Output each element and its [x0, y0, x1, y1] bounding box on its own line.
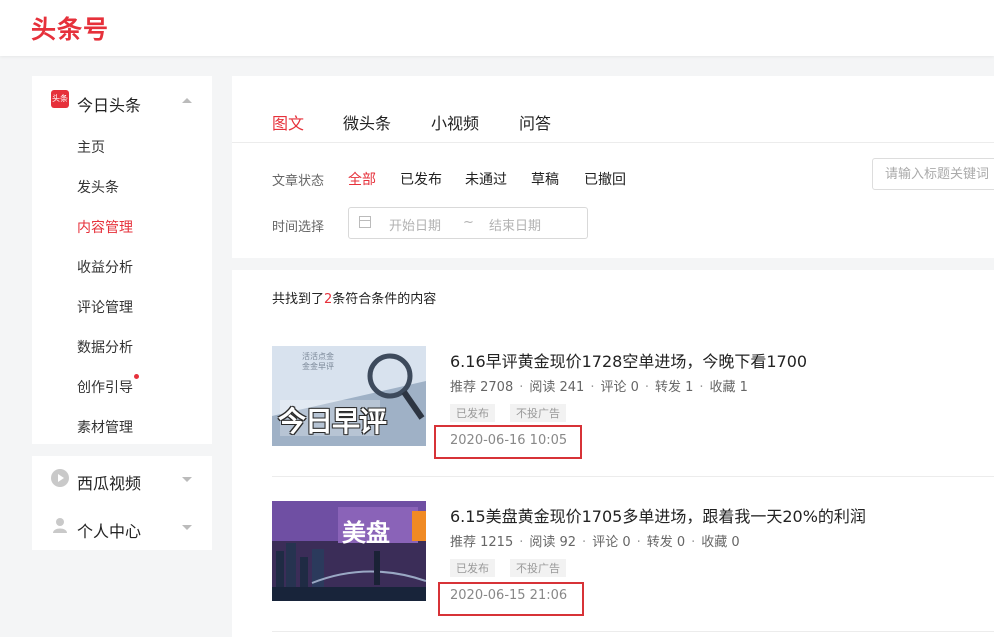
result-count-prefix: 共找到了	[272, 292, 325, 307]
stat-recommend: 推荐 1215	[450, 535, 514, 550]
stat-comment: 评论 0	[592, 535, 631, 550]
highlight-box	[438, 582, 584, 616]
ad-badge: 不投广告	[510, 559, 566, 577]
highlight-box	[434, 425, 582, 459]
status-option-draft[interactable]: 草稿	[531, 169, 559, 189]
result-count: 共找到了2条符合条件的内容	[272, 288, 436, 307]
chevron-up-icon	[182, 98, 192, 103]
result-count-suffix: 条符合条件的内容	[332, 292, 437, 307]
sidebar-item-home[interactable]: 主页	[77, 137, 105, 157]
sidebar-item-publish[interactable]: 发头条	[77, 177, 119, 197]
date-range-picker[interactable]: 开始日期 ~ 结束日期	[348, 207, 588, 239]
divider	[272, 631, 994, 632]
user-icon	[51, 516, 69, 534]
article-stats: 推荐 1215 · 阅读 92 · 评论 0 · 转发 0 · 收藏 0	[450, 531, 740, 550]
status-option-all[interactable]: 全部	[348, 169, 376, 189]
chevron-down-icon	[182, 525, 192, 530]
chevron-down-icon	[182, 477, 192, 482]
calendar-icon	[359, 216, 371, 228]
toutiao-icon: 头条	[51, 90, 69, 108]
ad-badge: 不投广告	[510, 404, 566, 422]
stat-separator: ·	[519, 535, 524, 550]
sidebar-item-data-analysis[interactable]: 数据分析	[77, 337, 133, 357]
article-title[interactable]: 6.16早评黄金现价1728空单进场，今晚下看1700	[450, 348, 807, 372]
sidebar-item-content-management[interactable]: 内容管理	[77, 217, 133, 237]
article-item: 美盘 6.15美盘黄金现价1705多单进场，跟着我一天20%的利润 推荐 121…	[272, 501, 994, 637]
status-filter-label: 文章状态	[272, 174, 325, 189]
thumbnail-caption: 活活点金 金金早评	[302, 352, 334, 371]
notification-dot	[134, 374, 139, 379]
sidebar-group-xigua[interactable]: 西瓜视频	[32, 456, 212, 504]
stat-separator: ·	[590, 380, 595, 395]
stat-read: 阅读 241	[529, 380, 585, 395]
stat-separator: ·	[644, 380, 649, 395]
tab-micro-toutiao[interactable]: 微头条	[343, 110, 391, 134]
sidebar-group-label: 西瓜视频	[77, 474, 142, 493]
stat-separator: ·	[691, 535, 696, 550]
sidebar-group-label: 今日头条	[77, 96, 142, 115]
stat-read: 阅读 92	[529, 535, 577, 550]
sidebar-section-toutiao: 头条 今日头条 主页 发头条 内容管理 收益分析 评论管理 数据分析 创作引导 …	[32, 76, 212, 444]
main-panel: 图文 微头条 小视频 问答 文章状态 全部 已发布 未通过 草稿 已撤回 时间选…	[232, 76, 994, 637]
time-filter-label: 时间选择	[272, 220, 325, 235]
stat-favorite: 收藏 0	[701, 535, 740, 550]
search-input[interactable]	[872, 158, 994, 190]
article-thumbnail[interactable]: 美盘	[272, 501, 426, 601]
start-date-placeholder: 开始日期	[389, 219, 442, 234]
sidebar-group-toutiao[interactable]: 头条 今日头条	[32, 78, 212, 126]
content-tabs: 图文 微头条 小视频 问答	[232, 76, 994, 143]
thumbnail-text: 美盘	[342, 519, 390, 547]
stat-favorite: 收藏 1	[709, 380, 748, 395]
sidebar-item-material-management[interactable]: 素材管理	[77, 417, 133, 437]
stat-separator: ·	[699, 380, 704, 395]
top-bar: 头条号	[0, 0, 994, 56]
thumbnail-text: 今日早评	[278, 405, 387, 438]
article-stats: 推荐 2708 · 阅读 241 · 评论 0 · 转发 1 · 收藏 1	[450, 376, 748, 395]
status-option-published[interactable]: 已发布	[400, 169, 442, 189]
stat-share: 转发 1	[655, 380, 694, 395]
stat-separator: ·	[582, 535, 587, 550]
status-option-withdrawn[interactable]: 已撤回	[584, 169, 626, 189]
status-badge: 已发布	[450, 559, 495, 577]
date-range-separator: ~	[463, 215, 474, 230]
status-badge: 已发布	[450, 404, 495, 422]
status-option-rejected[interactable]: 未通过	[465, 169, 507, 189]
end-date-placeholder: 结束日期	[489, 219, 542, 234]
sidebar: 头条 今日头条 主页 发头条 内容管理 收益分析 评论管理 数据分析 创作引导 …	[32, 76, 212, 550]
sidebar-item-creation-guide[interactable]: 创作引导	[77, 377, 133, 397]
stat-recommend: 推荐 2708	[450, 380, 514, 395]
sidebar-item-comment-management[interactable]: 评论管理	[77, 297, 133, 317]
sidebar-section-other: 西瓜视频 个人中心	[32, 456, 212, 550]
tab-short-video[interactable]: 小视频	[431, 110, 479, 134]
article-title[interactable]: 6.15美盘黄金现价1705多单进场，跟着我一天20%的利润	[450, 503, 866, 527]
stat-separator: ·	[519, 380, 524, 395]
stat-share: 转发 0	[646, 535, 686, 550]
section-separator	[232, 258, 994, 270]
sidebar-item-revenue-analysis[interactable]: 收益分析	[77, 257, 133, 277]
article-thumbnail[interactable]: 活活点金 金金早评 今日早评	[272, 346, 426, 446]
logo[interactable]: 头条号	[31, 10, 109, 46]
play-icon	[51, 469, 69, 487]
stat-separator: ·	[636, 535, 641, 550]
sidebar-group-personal[interactable]: 个人中心	[32, 504, 212, 552]
article-item: 活活点金 金金早评 今日早评 6.16早评黄金现价1728空单进场，今晚下看17…	[272, 346, 994, 486]
stat-comment: 评论 0	[600, 380, 639, 395]
sidebar-group-label: 个人中心	[77, 522, 142, 541]
tab-qa[interactable]: 问答	[519, 110, 551, 134]
tab-article[interactable]: 图文	[272, 110, 304, 134]
divider	[272, 476, 994, 477]
